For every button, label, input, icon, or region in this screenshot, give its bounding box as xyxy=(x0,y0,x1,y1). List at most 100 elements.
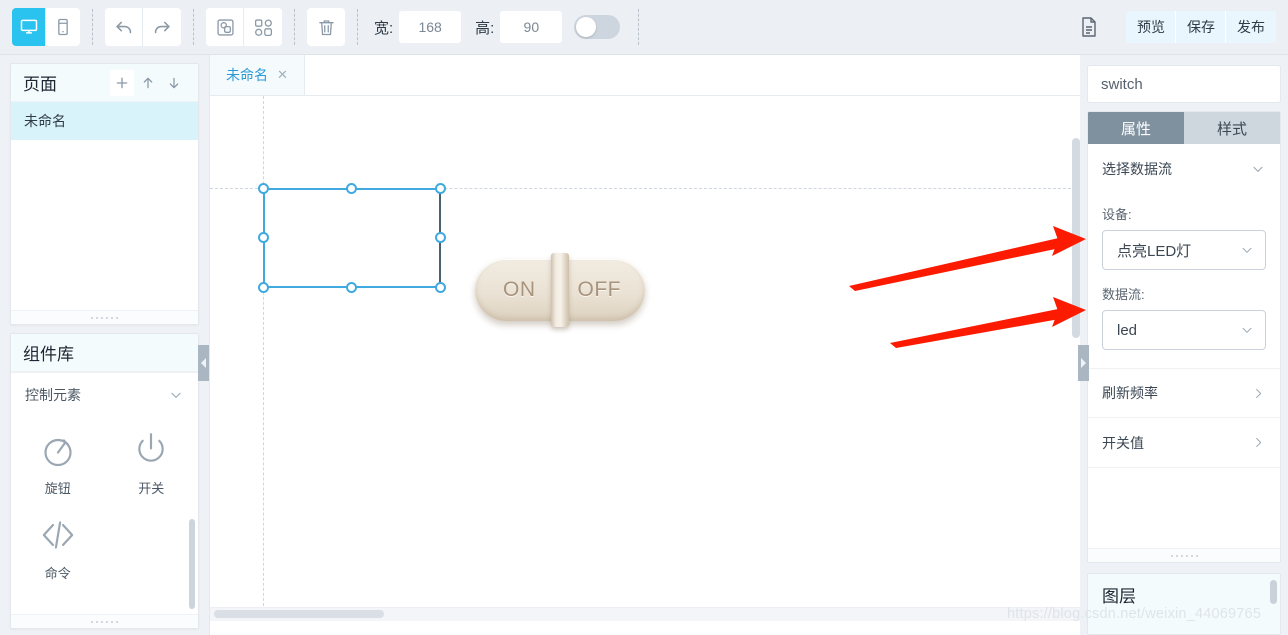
select-datastream-row[interactable]: 选择数据流 xyxy=(1088,144,1280,194)
layers-panel-scrollbar[interactable] xyxy=(1270,580,1277,604)
ungroup-button[interactable] xyxy=(244,8,282,46)
add-page-button[interactable] xyxy=(110,69,134,96)
triangle-left-icon xyxy=(201,358,206,368)
view-mode-group xyxy=(0,7,92,47)
canvas-surface[interactable]: ON OFF xyxy=(210,96,1081,621)
tab-style[interactable]: 样式 xyxy=(1184,112,1280,144)
layers-panel-header: 图层 xyxy=(1088,574,1280,614)
library-item-label: 旋钮 xyxy=(44,481,71,496)
move-page-up-button[interactable] xyxy=(136,70,160,96)
group-button[interactable] xyxy=(206,8,244,46)
undo-button[interactable] xyxy=(105,8,143,46)
page-list-item[interactable]: 未命名 xyxy=(11,102,198,140)
aspect-lock-toggle[interactable] xyxy=(574,15,621,39)
resize-handle-top-center[interactable] xyxy=(346,183,357,194)
collapse-right-panel-button[interactable] xyxy=(1078,345,1089,381)
switch-value-label: 开关值 xyxy=(1102,434,1144,451)
chevron-down-icon xyxy=(1250,161,1266,177)
size-group: 宽: 高: xyxy=(358,7,632,47)
resize-handle-top-right[interactable] xyxy=(435,183,446,194)
device-field-block: 设备: 点亮LED灯 xyxy=(1088,194,1280,274)
right-sidebar: switch 属性 样式 选择数据流 设备: 点亮LED灯 数据流: led 刷… xyxy=(1080,55,1288,635)
properties-panel-resize-grip[interactable] xyxy=(1088,548,1280,562)
device-select[interactable]: 点亮LED灯 xyxy=(1102,230,1266,270)
selection-box[interactable] xyxy=(258,183,446,293)
layers-panel-title: 图层 xyxy=(1102,586,1136,606)
app-root: 宽: 高: 预览 保存 发布 页面 xyxy=(0,0,1288,635)
width-input[interactable] xyxy=(399,11,462,43)
switch-value-row[interactable]: 开关值 xyxy=(1088,418,1280,468)
tab-properties[interactable]: 属性 xyxy=(1088,112,1184,144)
arrow-down-icon xyxy=(169,77,179,88)
library-item-grid: 旋钮 开关 命令 xyxy=(11,416,198,598)
properties-tabs: 属性 样式 xyxy=(1088,112,1280,144)
library-item-label: 命令 xyxy=(44,566,71,581)
device-select-value: 点亮LED灯 xyxy=(1117,242,1192,260)
history-group xyxy=(93,7,193,47)
action-buttons: 预览 保存 发布 xyxy=(1126,11,1276,43)
pages-panel-resize-grip[interactable] xyxy=(11,310,198,324)
resize-handle-middle-right[interactable] xyxy=(435,232,446,243)
refresh-rate-row[interactable]: 刷新频率 xyxy=(1088,368,1280,418)
canvas-horizontal-scrollbar[interactable] xyxy=(214,610,384,618)
document-button[interactable] xyxy=(1072,10,1106,44)
library-panel: 组件库 控制元素 旋钮 开关 命令 xyxy=(10,333,199,629)
select-datastream-label: 选择数据流 xyxy=(1102,161,1172,177)
close-icon[interactable]: ✕ xyxy=(277,67,288,83)
delete-group xyxy=(295,7,357,47)
resize-handle-bottom-left[interactable] xyxy=(258,282,269,293)
page-item-label: 未命名 xyxy=(24,113,66,129)
library-scrollbar[interactable] xyxy=(189,519,195,609)
height-input[interactable] xyxy=(500,11,563,43)
redo-button[interactable] xyxy=(143,8,181,46)
resize-handle-bottom-right[interactable] xyxy=(435,282,446,293)
resize-handle-top-left[interactable] xyxy=(258,183,269,194)
grip-dots xyxy=(91,620,118,623)
toggle-off-label: OFF xyxy=(577,278,621,301)
toggle-switch-widget[interactable]: ON OFF xyxy=(475,253,645,327)
refresh-rate-label: 刷新频率 xyxy=(1102,385,1158,401)
chevron-down-icon xyxy=(168,387,184,403)
library-panel-resize-grip[interactable] xyxy=(11,614,198,628)
library-item-command[interactable]: 命令 xyxy=(11,505,105,590)
view-mobile-button[interactable] xyxy=(46,8,80,46)
publish-button[interactable]: 发布 xyxy=(1226,11,1276,43)
view-desktop-button[interactable] xyxy=(12,8,46,46)
widget-name-value: switch xyxy=(1101,75,1143,93)
toggle-knob[interactable] xyxy=(551,253,569,327)
widget-name-input[interactable]: switch xyxy=(1087,65,1281,103)
mobile-icon xyxy=(58,18,68,36)
ungroup-icon xyxy=(254,18,272,36)
datastream-select-value: led xyxy=(1117,321,1138,339)
document-icon xyxy=(1082,17,1096,37)
canvas-tab[interactable]: 未命名 ✕ xyxy=(210,55,305,95)
resize-handle-bottom-center[interactable] xyxy=(346,282,357,293)
code-brackets-icon xyxy=(42,521,73,549)
top-toolbar: 宽: 高: 预览 保存 发布 xyxy=(0,0,1288,55)
library-section-header[interactable]: 控制元素 xyxy=(11,372,198,416)
toolbar-divider xyxy=(638,9,640,45)
chevron-right-icon xyxy=(1251,435,1266,450)
pages-panel-header: 页面 xyxy=(11,64,198,102)
save-button[interactable]: 保存 xyxy=(1176,11,1226,43)
canvas-vertical-scrollbar[interactable] xyxy=(1072,138,1080,338)
library-item-switch[interactable]: 开关 xyxy=(105,420,199,505)
preview-button[interactable]: 预览 xyxy=(1126,11,1176,43)
device-field-label: 设备: xyxy=(1102,207,1132,222)
desktop-icon xyxy=(20,19,38,34)
redo-arrow-icon xyxy=(154,21,170,34)
toolbar-right-group: 预览 保存 发布 xyxy=(1072,10,1288,44)
delete-button[interactable] xyxy=(307,8,345,46)
move-page-down-button[interactable] xyxy=(162,70,186,96)
collapse-left-panel-button[interactable] xyxy=(198,345,209,381)
trash-icon xyxy=(318,19,334,35)
group-icon xyxy=(216,18,234,36)
datastream-select[interactable]: led xyxy=(1102,310,1266,350)
power-switch-icon xyxy=(138,433,164,462)
library-item-knob[interactable]: 旋钮 xyxy=(11,420,105,505)
canvas-area: 未命名 ✕ ON OFF xyxy=(209,55,1081,635)
arrow-up-icon xyxy=(143,77,153,88)
resize-handle-middle-left[interactable] xyxy=(258,232,269,243)
chevron-down-icon xyxy=(1239,322,1255,338)
